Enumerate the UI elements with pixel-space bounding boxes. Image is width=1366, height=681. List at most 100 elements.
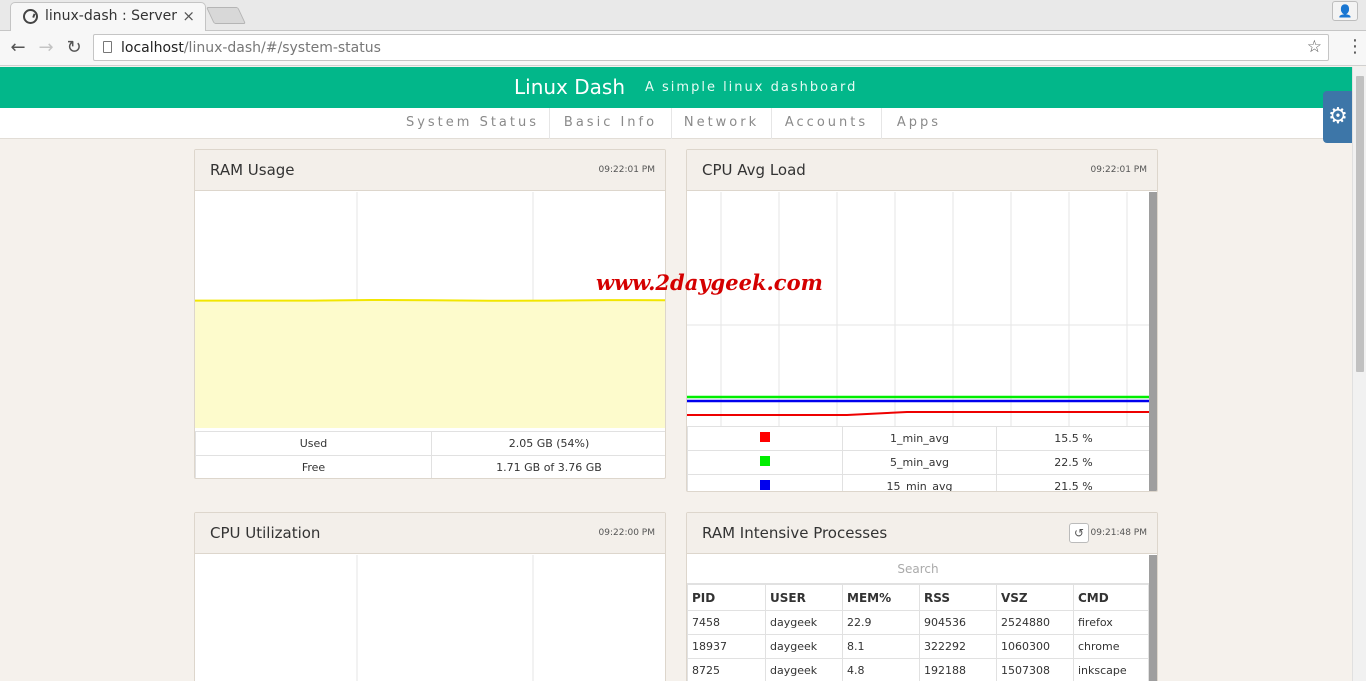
table-row: 7458 daygeek 22.9 904536 2524880 firefox	[687, 610, 1149, 635]
column-header-rss[interactable]: RSS	[919, 584, 997, 611]
browser-tab[interactable]: linux-dash : Server / ×	[10, 2, 206, 32]
ram-used-line	[195, 298, 665, 302]
address-bar[interactable]: localhost/linux-dash/#/system-status ☆	[93, 34, 1329, 61]
ram-used-area	[195, 300, 665, 428]
watermark-text: www.2daygeek.com	[596, 270, 823, 295]
url-text: localhost/linux-dash/#/system-status	[121, 40, 381, 56]
browser-toolbar: ← → ↻ localhost/linux-dash/#/system-stat…	[0, 31, 1366, 66]
cpu-avg-load-table: 1_min_avg 15.5 % 5_min_avg 22.5 % 15_min…	[687, 426, 1151, 491]
ram-usage-chart-svg	[195, 192, 665, 428]
table-header-row: PID USER MEM% RSS VSZ CMD	[687, 584, 1149, 611]
settings-gear-icon[interactable]: ⚙	[1323, 91, 1353, 143]
cell-mem: 4.8	[842, 658, 920, 681]
ram-usage-table: Used 2.05 GB (54%) Free 1.71 GB of 3.76 …	[195, 431, 665, 478]
load-label-5min: 5_min_avg	[842, 450, 997, 475]
table-row: Free 1.71 GB of 3.76 GB	[195, 455, 665, 478]
nav-apps[interactable]: Apps	[882, 108, 956, 139]
ram-usage-chart	[195, 192, 665, 428]
column-header-mem[interactable]: MEM%	[842, 584, 920, 611]
process-search-input[interactable]: Search	[687, 555, 1149, 584]
new-tab-button[interactable]	[206, 7, 246, 24]
cpu-utilization-time: 09:22:00 PM	[598, 528, 655, 538]
cpu-avg-load-chart	[687, 192, 1157, 426]
load-value-5min: 22.5 %	[996, 450, 1151, 475]
cell-cmd: chrome	[1073, 634, 1149, 659]
column-header-user[interactable]: USER	[765, 584, 843, 611]
cell-user: daygeek	[765, 634, 843, 659]
table-row: 15_min_avg 21.5 %	[687, 474, 1151, 491]
ram-processes-time: 09:21:48 PM	[1090, 528, 1147, 538]
cpu-utilization-chart-svg	[356, 555, 534, 681]
ram-processes-title: RAM Intensive Processes	[702, 524, 888, 542]
forward-icon[interactable]: →	[35, 37, 57, 59]
cell-user: daygeek	[765, 658, 843, 681]
cell-pid: 18937	[687, 634, 766, 659]
cpu-avg-load-title: CPU Avg Load	[702, 161, 806, 179]
table-row: 18937 daygeek 8.1 322292 1060300 chrome	[687, 634, 1149, 659]
cpu-avg-load-widget: CPU Avg Load 09:22:01 PM 1_min_avg 15.5 …	[686, 149, 1158, 492]
profile-icon[interactable]: 👤	[1332, 1, 1358, 21]
page-scrollbar-thumb[interactable]	[1356, 76, 1364, 372]
cell-mem: 22.9	[842, 610, 920, 635]
ram-usage-title: RAM Usage	[210, 161, 295, 179]
app-title: Linux Dash	[514, 75, 625, 99]
legend-swatch-cell	[687, 474, 843, 491]
nav-basic-info[interactable]: Basic Info	[550, 108, 672, 139]
refresh-icon[interactable]: ↺	[1069, 523, 1089, 543]
cpu-utilization-chart	[195, 555, 665, 681]
table-row: 5_min_avg 22.5 %	[687, 450, 1151, 475]
table-row: 1_min_avg 15.5 %	[687, 426, 1151, 451]
cell-vsz: 2524880	[996, 610, 1074, 635]
cell-rss: 904536	[919, 610, 997, 635]
cpu-avg-load-header: CPU Avg Load 09:22:01 PM	[687, 150, 1157, 191]
nav-system-status[interactable]: System Status	[396, 108, 550, 139]
back-icon[interactable]: ←	[7, 37, 29, 59]
ram-free-label: Free	[195, 455, 432, 478]
ram-free-value: 1.71 GB of 3.76 GB	[431, 455, 665, 478]
ram-processes-widget: RAM Intensive Processes ↺ 09:21:48 PM Se…	[686, 512, 1158, 681]
cell-mem: 8.1	[842, 634, 920, 659]
load-value-15min: 21.5 %	[996, 474, 1151, 491]
column-header-pid[interactable]: PID	[687, 584, 766, 611]
page-scrollbar[interactable]	[1352, 67, 1366, 681]
legend-swatch-cell	[687, 426, 843, 451]
cpu-utilization-title: CPU Utilization	[210, 524, 321, 542]
tab-close-icon[interactable]: ×	[182, 7, 195, 25]
ram-used-label: Used	[195, 431, 432, 456]
cell-vsz: 1060300	[996, 634, 1074, 659]
browser-menu-icon[interactable]: ⋮	[1346, 36, 1364, 58]
cpu-avg-load-time: 09:22:01 PM	[1090, 165, 1147, 175]
cpu-avg-load-scrollbar[interactable]	[1149, 192, 1157, 491]
url-host: localhost	[121, 40, 184, 56]
nav-accounts[interactable]: Accounts	[772, 108, 882, 139]
reload-icon[interactable]: ↻	[63, 37, 85, 59]
app-nav: System Status Basic Info Network Account…	[0, 108, 1352, 139]
app-subtitle: A simple linux dashboard	[645, 80, 858, 95]
browser-tabstrip: linux-dash : Server / × 👤	[0, 0, 1366, 32]
cell-vsz: 1507308	[996, 658, 1074, 681]
load-value-1min: 15.5 %	[996, 426, 1151, 451]
load-label-15min: 15_min_avg	[842, 474, 997, 491]
tab-title: linux-dash : Server /	[45, 8, 180, 24]
ram-usage-widget: RAM Usage 09:22:01 PM Used 2.05 GB (54%)…	[194, 149, 666, 479]
legend-swatch-cell	[687, 450, 843, 475]
cpu-avg-load-chart-svg	[687, 192, 1151, 426]
column-header-vsz[interactable]: VSZ	[996, 584, 1074, 611]
table-row: 8725 daygeek 4.8 192188 1507308 inkscape	[687, 658, 1149, 681]
cpu-load-grid	[687, 192, 1151, 426]
page-icon	[103, 41, 112, 53]
ram-used-value: 2.05 GB (54%)	[431, 431, 665, 456]
bookmark-star-icon[interactable]: ☆	[1307, 37, 1322, 57]
cell-user: daygeek	[765, 610, 843, 635]
process-table: PID USER MEM% RSS VSZ CMD 7458 daygeek 2…	[687, 584, 1149, 681]
app-header: Linux Dash A simple linux dashboard	[0, 67, 1352, 108]
nav-network[interactable]: Network	[672, 108, 772, 139]
ram-processes-header: RAM Intensive Processes ↺ 09:21:48 PM	[687, 513, 1157, 554]
cell-cmd: firefox	[1073, 610, 1149, 635]
column-header-cmd[interactable]: CMD	[1073, 584, 1149, 611]
ram-processes-scrollbar[interactable]	[1149, 555, 1157, 681]
cell-rss: 192188	[919, 658, 997, 681]
dashboard-favicon-icon	[23, 9, 38, 24]
cpu-utilization-widget: CPU Utilization 09:22:00 PM	[194, 512, 666, 681]
legend-swatch-red	[760, 432, 770, 442]
